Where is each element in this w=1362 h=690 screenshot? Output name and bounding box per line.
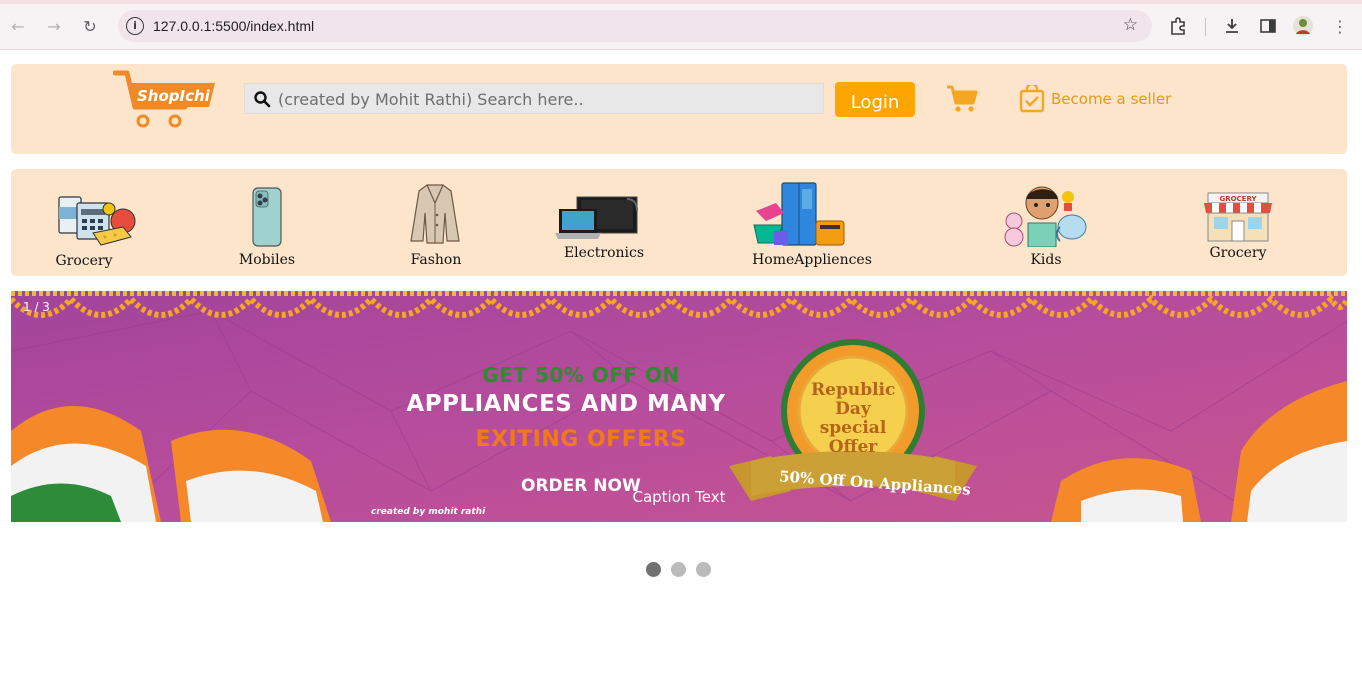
cart-icon[interactable]	[946, 84, 978, 114]
back-arrow-icon[interactable]: ←	[6, 14, 30, 38]
search-icon[interactable]	[253, 90, 271, 108]
category-label[interactable]: Electronics	[534, 245, 674, 261]
category-label[interactable]: Fashon	[366, 252, 506, 268]
logo-text: ShopIchi	[137, 87, 211, 105]
shopichi-logo[interactable]: ShopIchi	[112, 69, 223, 129]
site-header: ShopIchi (created by Mohit Rathi) Search…	[11, 64, 1347, 154]
svg-text:GROCERY: GROCERY	[1219, 195, 1257, 203]
site-info-icon[interactable]: i	[126, 17, 144, 35]
side-panel-icon[interactable]	[1256, 14, 1280, 38]
slide-dot-3[interactable]	[696, 562, 711, 577]
banner-line-3: EXITING OFFERS	[475, 427, 687, 452]
category-fashon[interactable]: Fashon	[366, 169, 506, 276]
download-icon[interactable]	[1220, 14, 1244, 38]
category-electronics[interactable]: Electronics	[534, 169, 674, 276]
url-text[interactable]: 127.0.0.1:5500/index.html	[153, 18, 314, 34]
mobile-phone-icon	[252, 187, 282, 247]
hero-slide[interactable]: 1 / 3 GET 50% OFF ON APPLIANCES AND MANY…	[11, 291, 1347, 522]
slide-dot-1[interactable]	[646, 562, 661, 577]
category-homeappliences[interactable]: HomeAppliences	[742, 169, 882, 276]
coat-icon	[410, 184, 460, 244]
slide-dots	[646, 562, 721, 577]
become-seller-link[interactable]: Become a seller	[1019, 84, 1171, 114]
category-bar: Grocery Mobiles Fashon Electronics HomeA…	[11, 169, 1347, 276]
search-input[interactable]: (created by Mohit Rathi) Search here..	[278, 90, 584, 109]
category-mobiles[interactable]: Mobiles	[197, 169, 337, 276]
badge-title: Republic Day special Offer	[811, 380, 896, 457]
grocery-store-icon: GROCERY	[1204, 192, 1272, 242]
category-label[interactable]: Grocery	[14, 253, 154, 269]
slide-caption: Caption Text	[632, 488, 726, 506]
search-bar[interactable]: (created by Mohit Rathi) Search here..	[244, 83, 824, 114]
become-seller-label[interactable]: Become a seller	[1051, 90, 1171, 108]
slide-dot-2[interactable]	[671, 562, 686, 577]
category-label[interactable]: Kids	[976, 252, 1116, 268]
forward-arrow-icon[interactable]: →	[42, 14, 66, 38]
banner-credit: created by mohit rathi	[371, 507, 486, 517]
grocery-items-icon	[58, 196, 136, 246]
category-kids[interactable]: Kids	[976, 169, 1116, 276]
reload-icon[interactable]: ↻	[78, 14, 102, 38]
toolbar-divider	[1205, 18, 1206, 36]
browser-toolbar: ← → ↻ i 127.0.0.1:5500/index.html ☆ ⋮	[0, 0, 1362, 50]
menu-kebab-icon[interactable]: ⋮	[1328, 14, 1352, 38]
banner-line-2: APPLIANCES AND MANY	[406, 391, 726, 417]
profile-avatar[interactable]	[1291, 14, 1315, 38]
bookmark-star-icon[interactable]: ☆	[1123, 15, 1138, 35]
category-label[interactable]: HomeAppliences	[742, 252, 882, 268]
category-grocery[interactable]: Grocery	[13, 169, 153, 276]
extensions-icon[interactable]	[1166, 14, 1190, 38]
category-grocery-store[interactable]: GROCERY Grocery	[1168, 169, 1308, 276]
category-label[interactable]: Mobiles	[197, 252, 337, 268]
category-label[interactable]: Grocery	[1168, 245, 1308, 261]
address-bar[interactable]: i 127.0.0.1:5500/index.html ☆	[118, 10, 1152, 42]
store-bag-icon	[1019, 85, 1045, 113]
home-appliances-icon	[753, 182, 845, 246]
login-button[interactable]: Login	[835, 82, 915, 117]
banner-line-1: GET 50% OFF ON	[482, 363, 680, 387]
laptop-monitor-icon	[555, 196, 638, 239]
kids-toys-icon	[1004, 186, 1087, 247]
slide-number: 1 / 3	[23, 300, 50, 314]
